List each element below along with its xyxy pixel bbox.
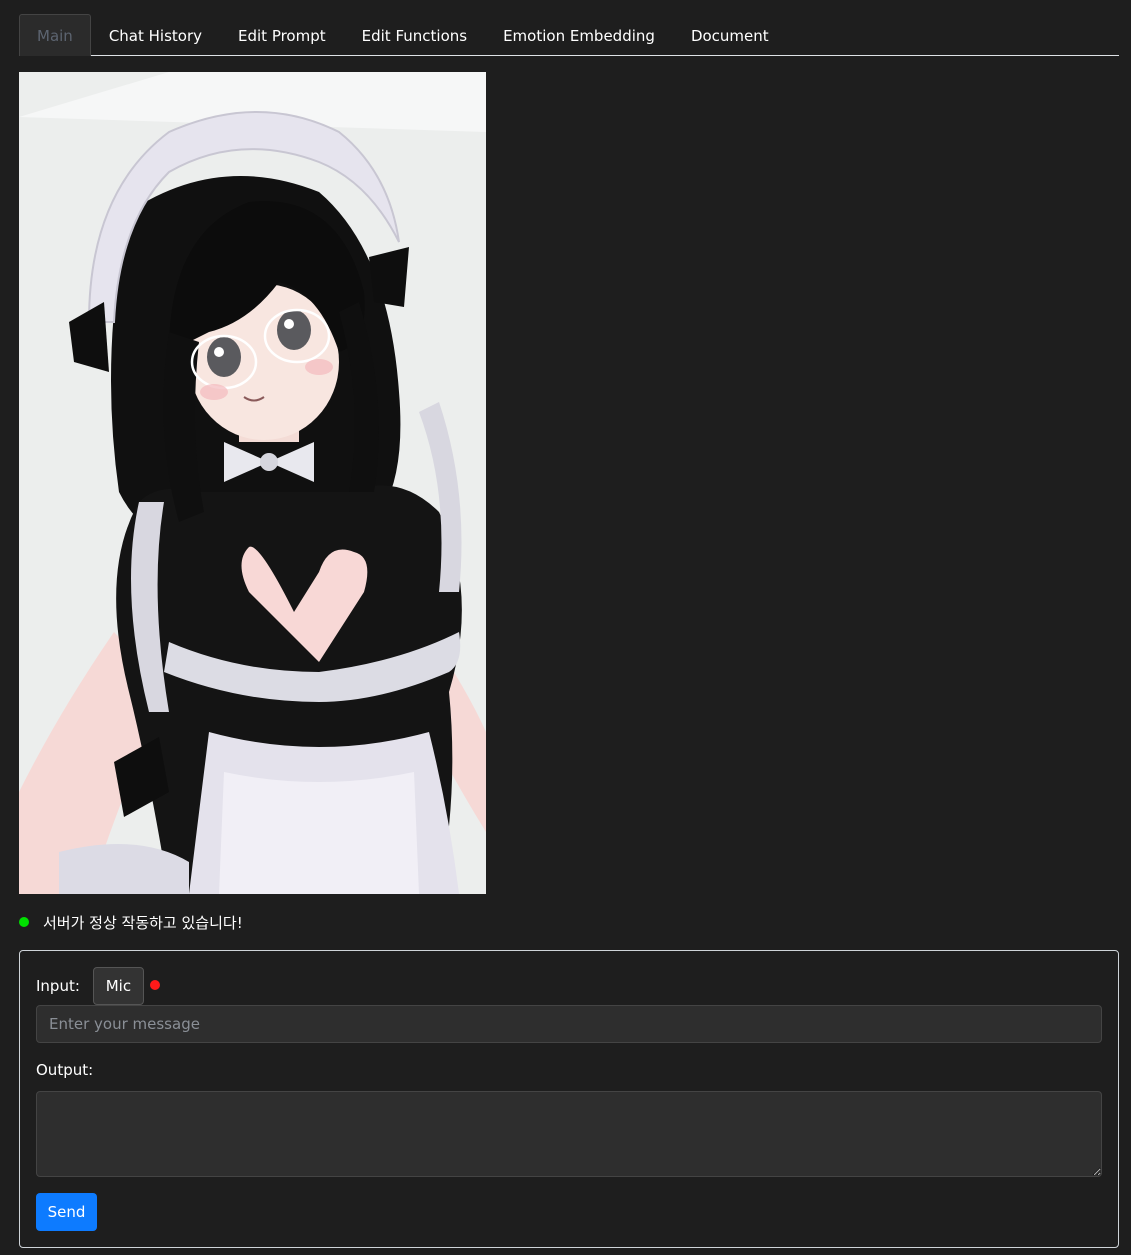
output-label: Output:	[36, 1061, 94, 1079]
tab-edit-prompt[interactable]: Edit Prompt	[220, 15, 344, 55]
input-row: Input: Mic	[36, 967, 160, 1005]
status-indicator-dot	[19, 917, 29, 927]
server-status: 서버가 정상 작동하고 있습니다!	[19, 910, 243, 934]
mic-status-dot	[149, 979, 160, 990]
tab-edit-functions[interactable]: Edit Functions	[344, 15, 485, 55]
send-button[interactable]: Send	[36, 1193, 97, 1231]
tab-document[interactable]: Document	[673, 15, 787, 55]
tab-bar: Main Chat History Edit Prompt Edit Funct…	[19, 14, 1119, 56]
character-image	[19, 72, 486, 894]
tab-emotion-embedding[interactable]: Emotion Embedding	[485, 15, 673, 55]
tab-chat-history[interactable]: Chat History	[91, 15, 220, 55]
chat-panel: Input: Mic Output: Send	[19, 950, 1119, 1248]
input-label: Input:	[36, 977, 80, 995]
mic-button[interactable]: Mic	[92, 967, 144, 1005]
tab-main[interactable]: Main	[19, 14, 91, 56]
message-input[interactable]	[36, 1005, 1102, 1043]
status-text: 서버가 정상 작동하고 있습니다!	[43, 913, 243, 932]
output-textarea[interactable]	[36, 1091, 1102, 1177]
